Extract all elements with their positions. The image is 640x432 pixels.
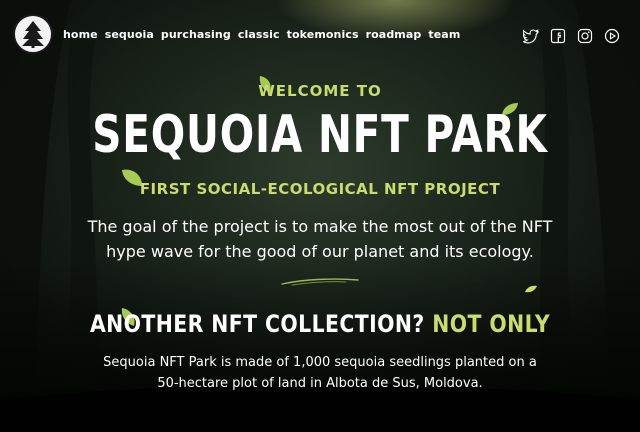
social-links [521, 28, 620, 44]
nav-home[interactable]: home [63, 28, 98, 41]
nav-team[interactable]: team [428, 28, 460, 41]
nav-tokemonics[interactable]: tokemonics [287, 28, 359, 41]
nav-roadmap[interactable]: roadmap [366, 28, 422, 41]
page-title: SEQUOIA NFT PARK [92, 105, 548, 165]
goal-text: The goal of the project is to make the m… [87, 217, 553, 261]
tree-icon [22, 21, 44, 48]
nav-purchasing[interactable]: purchasing [161, 28, 231, 41]
sequoia-logo[interactable] [13, 14, 53, 54]
nav-classic[interactable]: classic [238, 28, 280, 41]
main-menu: home sequoia purchasing classic tokemoni… [63, 28, 460, 41]
welcome-heading: WELCOME TO [258, 82, 382, 100]
tagline: FIRST SOCIAL-ECOLOGICAL NFT PROJECT [139, 180, 501, 198]
instagram-icon[interactable] [577, 28, 593, 44]
section-heading-green: NOT ONLY [432, 310, 551, 338]
section-description: Sequoia NFT Park is made of 1,000 sequoi… [103, 355, 537, 391]
section-heading: ANOTHER NFT COLLECTION? NOT ONLY [48, 310, 592, 338]
facebook-icon[interactable] [550, 28, 566, 44]
youtube-icon[interactable] [604, 28, 620, 44]
twitter-icon[interactable] [521, 28, 539, 44]
nav-sequoia[interactable]: sequoia [105, 28, 154, 41]
section-heading-white: ANOTHER NFT COLLECTION? [89, 310, 425, 338]
leaf-decoration [525, 285, 537, 293]
top-navigation: home sequoia purchasing classic tokemoni… [13, 14, 620, 58]
divider-swoosh [281, 278, 359, 286]
